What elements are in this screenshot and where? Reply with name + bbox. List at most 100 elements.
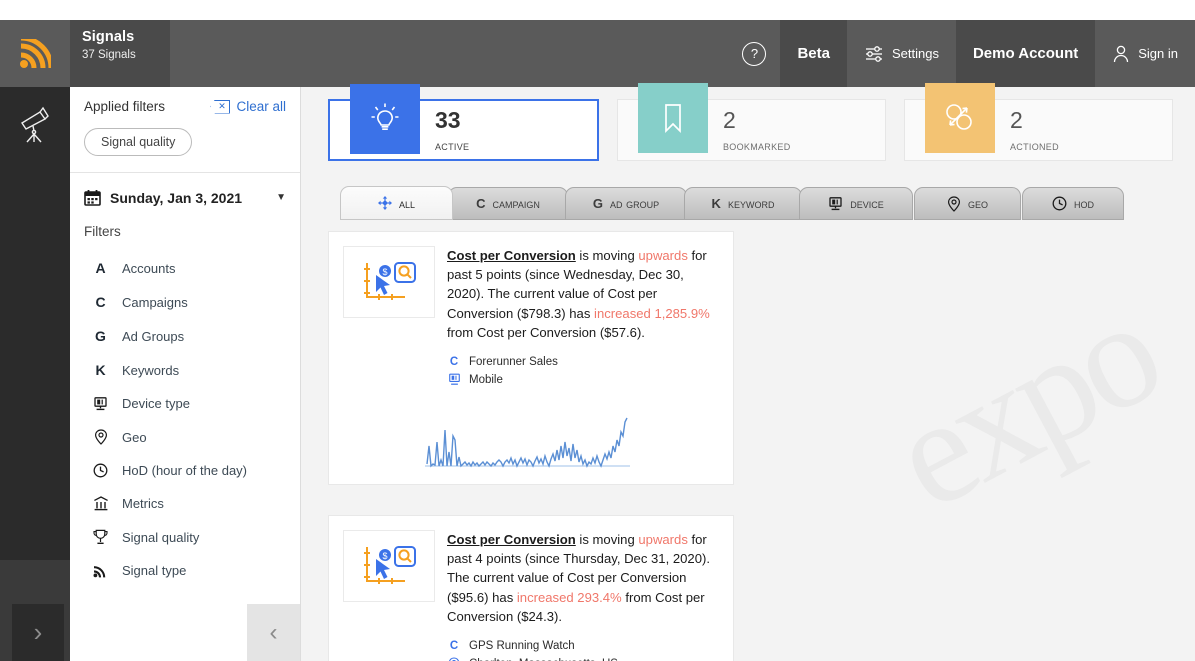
stat-text: 2 Bookmarked bbox=[723, 106, 791, 153]
account-label: Demo Account bbox=[972, 45, 1079, 62]
close-icon: ✕ bbox=[210, 99, 231, 114]
tab-label: Device bbox=[850, 196, 884, 211]
card-text-3: from Cost per Conversion ($57.6). bbox=[447, 324, 645, 340]
brand-block: Signals 37 Signals bbox=[70, 20, 170, 87]
card-meta: C Forerunner Sales Mobile bbox=[447, 356, 721, 386]
signal-card-list: $ Cost per Conversion is moving upwards … bbox=[301, 220, 1195, 661]
stat-label: Actioned bbox=[1010, 137, 1059, 153]
stat-text: 33 Active bbox=[435, 106, 470, 153]
filters-sidebar: Applied filters ✕ Clear all Signal quali… bbox=[70, 87, 301, 661]
stat-card-active[interactable]: 33 Active bbox=[328, 84, 599, 161]
calendar-icon bbox=[84, 190, 101, 206]
rail-expand-button[interactable]: › bbox=[12, 604, 64, 661]
sidebar-item-label: Geo bbox=[122, 429, 147, 445]
tab-campaign[interactable]: C Campaign bbox=[448, 187, 568, 220]
sidebar-item-device-type[interactable]: Device type bbox=[70, 387, 300, 420]
settings-button[interactable]: Settings bbox=[847, 20, 956, 87]
rss-icon bbox=[92, 563, 109, 578]
adgroup-icon: G bbox=[592, 196, 603, 211]
signal-card[interactable]: $ Cost per Conversion is moving upwards … bbox=[328, 231, 734, 485]
sidebar-item-campaigns[interactable]: C Campaigns bbox=[70, 285, 300, 319]
stat-card-bookmarked[interactable]: 2 Bookmarked bbox=[617, 83, 886, 161]
stat-label: Bookmarked bbox=[723, 137, 791, 153]
device-icon bbox=[447, 373, 461, 386]
tab-all[interactable]: All bbox=[340, 186, 453, 220]
card-metric-name: Cost per Conversion bbox=[447, 532, 576, 547]
card-body: Cost per Conversion is moving upwards fo… bbox=[447, 530, 721, 661]
account-button[interactable]: Demo Account bbox=[955, 20, 1096, 87]
signin-label: Sign in bbox=[1138, 46, 1178, 61]
category-tabs: All C Campaign G Ad Group K Keyword bbox=[340, 184, 1195, 220]
sidebar-item-hod[interactable]: HoD (hour of the day) bbox=[70, 454, 300, 487]
settings-sliders-icon bbox=[865, 45, 882, 62]
sidebar-item-label: HoD (hour of the day) bbox=[122, 463, 248, 478]
stat-card-actioned[interactable]: 2 Actioned bbox=[904, 83, 1173, 161]
filters-heading: Filters bbox=[84, 224, 121, 239]
clear-all-label: Clear all bbox=[236, 99, 286, 114]
campaign-icon: C bbox=[476, 196, 486, 211]
sidebar-item-keywords[interactable]: K Keywords bbox=[70, 353, 300, 387]
help-button[interactable]: ? bbox=[728, 20, 780, 87]
card-text-1: is moving bbox=[575, 532, 639, 547]
sidebar-collapse-button[interactable]: ‹ bbox=[247, 604, 300, 661]
sidebar-item-ad-groups[interactable]: G Ad Groups bbox=[70, 319, 300, 353]
stat-value: 2 bbox=[723, 106, 736, 133]
sidebar-item-label: Metrics bbox=[122, 496, 164, 511]
sidebar-item-geo[interactable]: Geo bbox=[70, 420, 300, 454]
sidebar-item-signal-type[interactable]: Signal type bbox=[70, 554, 300, 587]
stat-value: 2 bbox=[1010, 106, 1023, 133]
sidebar-item-label: Campaigns bbox=[122, 294, 188, 310]
beta-button[interactable]: Beta bbox=[780, 20, 847, 87]
clear-all-button[interactable]: ✕ Clear all bbox=[210, 99, 286, 114]
card-change: increased 293.4% bbox=[516, 589, 622, 605]
app-root: › Signals 37 Signals ? Beta Settings Dem… bbox=[0, 0, 1195, 661]
campaigns-icon: C bbox=[95, 294, 106, 310]
sidebar-item-label: Keywords bbox=[122, 362, 180, 378]
sidebar-item-signal-quality[interactable]: Signal quality bbox=[70, 520, 300, 554]
signin-button[interactable]: Sign in bbox=[1095, 20, 1195, 87]
chevron-down-icon: ▼ bbox=[276, 192, 286, 203]
applied-filters-label: Applied filters bbox=[84, 99, 166, 114]
card-thumbnail: $ bbox=[343, 246, 435, 318]
main-content: 33 Active 2 Bookmarked bbox=[301, 83, 1195, 661]
card-text-1: is moving bbox=[575, 248, 639, 263]
card-direction: upwards bbox=[638, 248, 688, 263]
stat-cards: 33 Active 2 Bookmarked bbox=[301, 83, 1195, 161]
card-thumbnail: $ bbox=[343, 530, 435, 602]
date-picker[interactable]: Sunday, Jan 3, 2021 ▼ bbox=[70, 173, 300, 206]
tab-device[interactable]: Device bbox=[799, 187, 913, 220]
signal-card[interactable]: $ Cost per Conversion is moving upwards … bbox=[328, 515, 734, 661]
geo-icon bbox=[947, 195, 961, 212]
tab-label: Keyword bbox=[727, 196, 775, 211]
campaign-icon: C bbox=[449, 640, 459, 653]
rail-item-explore[interactable] bbox=[0, 87, 70, 162]
stat-value: 33 bbox=[435, 106, 461, 133]
rail-logo[interactable] bbox=[0, 20, 70, 87]
all-icon bbox=[377, 196, 392, 210]
hod-icon bbox=[1052, 196, 1067, 211]
metrics-icon bbox=[92, 496, 109, 511]
tab-ad-group[interactable]: G Ad Group bbox=[565, 187, 687, 220]
device-icon bbox=[92, 396, 109, 411]
tab-geo[interactable]: Geo bbox=[914, 187, 1021, 220]
svg-text:$: $ bbox=[382, 551, 387, 561]
card-meta-row: C GPS Running Watch bbox=[447, 640, 721, 652]
campaign-icon: C bbox=[449, 356, 459, 369]
sidebar-item-label: Signal quality bbox=[122, 529, 200, 545]
signal-count: 37 Signals bbox=[82, 49, 136, 61]
tab-keyword[interactable]: K Keyword bbox=[684, 187, 802, 220]
geo-pin-icon bbox=[447, 657, 461, 661]
card-meta-label: Mobile bbox=[469, 373, 503, 386]
top-header: Signals 37 Signals ? Beta Settings Demo … bbox=[70, 20, 1195, 87]
stat-text: 2 Actioned bbox=[1010, 106, 1059, 153]
stat-label: Active bbox=[435, 137, 470, 153]
help-icon: ? bbox=[742, 41, 767, 66]
filter-chip-signal-quality[interactable]: Signal quality bbox=[84, 128, 193, 156]
tab-hod[interactable]: HoD bbox=[1022, 187, 1124, 220]
sidebar-item-accounts[interactable]: A Accounts bbox=[70, 251, 300, 285]
cost-per-conversion-icon: $ bbox=[364, 262, 416, 300]
card-meta-row: C Forerunner Sales bbox=[447, 356, 721, 368]
card-meta-row: Mobile bbox=[447, 373, 721, 386]
sidebar-item-metrics[interactable]: Metrics bbox=[70, 487, 300, 520]
trophy-icon bbox=[92, 529, 109, 545]
